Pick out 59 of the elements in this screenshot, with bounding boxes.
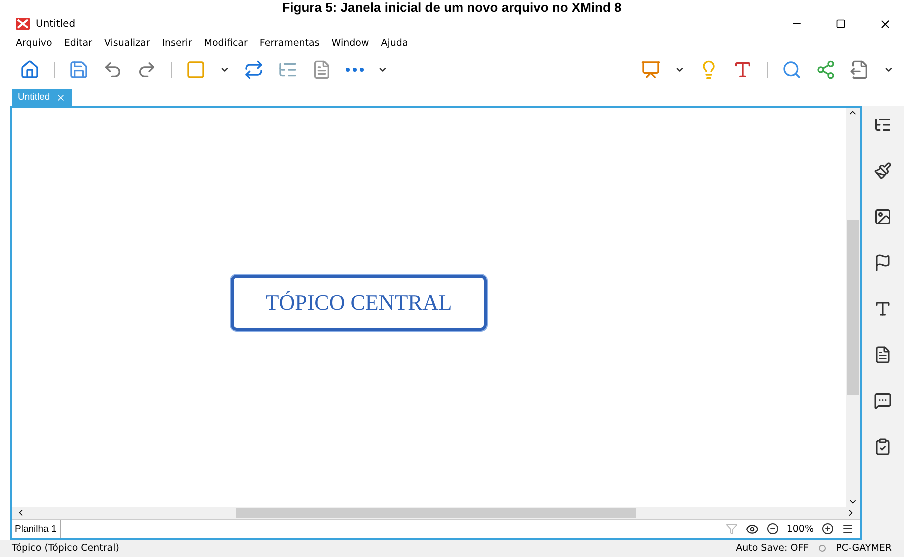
menu-item[interactable]: Editar [64, 38, 92, 48]
export-button[interactable] [850, 60, 870, 80]
horizontal-scrollbar[interactable] [12, 507, 860, 519]
clipboard-icon [874, 438, 892, 456]
presentation-button[interactable] [641, 60, 661, 80]
eye-icon [746, 522, 759, 536]
status-selection: Tópico (Tópico Central) [12, 543, 120, 554]
zoom-in-icon [822, 523, 834, 535]
flag-icon [874, 254, 892, 272]
filter-icon [726, 523, 738, 535]
zoom-out-icon [766, 523, 779, 535]
vertical-scrollbar[interactable] [846, 108, 860, 507]
save-icon [69, 60, 89, 80]
menu-icon [842, 523, 854, 535]
paintbrush-icon [874, 162, 892, 180]
menu-item[interactable]: Inserir [162, 38, 192, 48]
search-icon [782, 60, 802, 80]
caret-icon[interactable] [884, 65, 894, 75]
export-icon [850, 60, 870, 80]
relationship-button[interactable] [244, 60, 264, 80]
menu-item[interactable]: Modificar [204, 38, 248, 48]
close-icon [878, 18, 892, 30]
save-button[interactable] [69, 60, 89, 80]
home-icon [20, 60, 40, 80]
close-icon[interactable] [56, 92, 66, 102]
app-logo-icon [16, 18, 30, 30]
relationship-icon [244, 60, 264, 80]
font-icon [874, 300, 892, 318]
redo-icon [137, 60, 157, 80]
menu-item[interactable]: Ajuda [381, 38, 408, 48]
undo-icon [103, 60, 123, 80]
menu-item[interactable]: Window [332, 38, 370, 48]
more-icon [346, 68, 364, 72]
document-icon [874, 346, 892, 364]
user-name: PC-GAYMER [836, 543, 892, 554]
autosave-status: Auto Save: OFF [736, 543, 810, 554]
comment-icon [874, 392, 892, 410]
share-button[interactable] [816, 60, 836, 80]
redo-button[interactable] [137, 60, 157, 80]
search-button[interactable] [782, 60, 802, 80]
share-icon [816, 60, 836, 80]
zoom-level: 100% [786, 524, 814, 534]
caret-icon[interactable] [675, 65, 685, 75]
menu-item[interactable]: Visualizar [104, 38, 150, 48]
presentation-icon [641, 60, 661, 80]
maximize-icon [836, 19, 846, 29]
image-icon [874, 208, 892, 226]
outline-icon [874, 116, 892, 134]
menu-item[interactable]: Ferramentas [260, 38, 320, 48]
window-title: Untitled [36, 18, 76, 30]
home-button[interactable] [20, 60, 40, 80]
more-button[interactable] [346, 68, 364, 72]
caret-icon[interactable] [378, 65, 388, 75]
menu-item[interactable]: Arquivo [16, 38, 52, 48]
central-topic[interactable]: TÓPICO CENTRAL [230, 274, 488, 330]
caret-icon[interactable] [220, 65, 230, 75]
user-status-icon [819, 545, 826, 552]
figure-caption: Figura 5: Janela inicial de um novo arquivo no XMind 8 [281, 0, 623, 14]
undo-button[interactable] [103, 60, 123, 80]
